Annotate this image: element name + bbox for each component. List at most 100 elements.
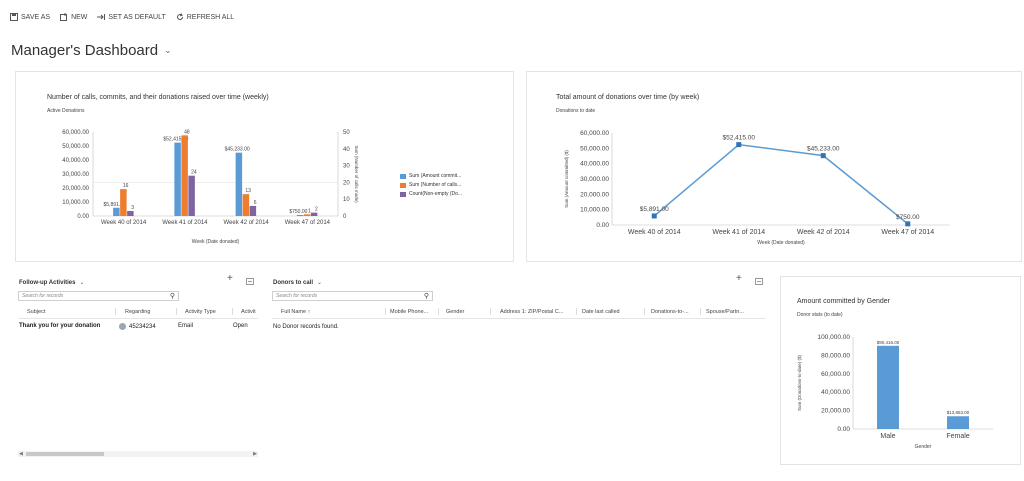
bar bbox=[174, 142, 181, 216]
chart-panel-gender: Amount committed by Gender Donor stats (… bbox=[780, 276, 1021, 465]
save-as-button[interactable]: SAVE AS bbox=[10, 13, 50, 21]
bar bbox=[310, 212, 318, 216]
legend-label: Sum (Amount commit... bbox=[409, 173, 462, 179]
donors-search-input[interactable]: Search for records ⚲ bbox=[272, 291, 433, 301]
bar bbox=[127, 210, 134, 216]
y-tick-label: 30,000.00 bbox=[580, 176, 609, 183]
new-label: NEW bbox=[71, 13, 88, 21]
bar bbox=[947, 416, 969, 429]
refresh-all-label: REFRESH ALL bbox=[186, 13, 235, 21]
series-line bbox=[653, 143, 909, 225]
legend-item[interactable]: Count(Non-empty (Do... bbox=[400, 191, 462, 197]
y-tick-label: 60,000.00 bbox=[580, 130, 609, 137]
legend-swatch bbox=[400, 173, 406, 179]
y2-tick-label: 0 bbox=[343, 214, 347, 220]
column-header-full-name[interactable]: Full Name ↑ bbox=[281, 309, 310, 315]
data-label: $5,891.00 bbox=[640, 206, 669, 213]
y-tick-label: 60,000.00 bbox=[62, 130, 89, 136]
y2-tick-label: 20 bbox=[343, 180, 350, 186]
open-grid-button[interactable] bbox=[246, 278, 254, 285]
activity-type-cell: Email bbox=[178, 323, 194, 329]
data-label: $52,415.00 bbox=[722, 135, 755, 142]
donations-line-chart: 60,000.00 50,000.00 40,000.00 30,000.00 20,0… bbox=[564, 130, 950, 246]
x-axis-title: Gender bbox=[915, 444, 932, 450]
header-divider bbox=[18, 318, 258, 319]
column-header-regarding[interactable]: Regarding bbox=[125, 309, 150, 315]
y2-tick-label: 30 bbox=[343, 164, 350, 170]
data-label: $750.00 bbox=[896, 214, 920, 221]
column-header-activity-status[interactable]: Activit bbox=[241, 309, 256, 315]
column-divider bbox=[576, 308, 577, 315]
y-tick-label: 10,000.00 bbox=[62, 200, 89, 206]
open-grid-button[interactable] bbox=[755, 278, 763, 285]
column-header-donations-to-date[interactable]: Donations-to-... bbox=[651, 309, 689, 315]
followup-search-input[interactable]: Search for records ⚲ bbox=[18, 291, 179, 301]
activity-bar-chart: 60,000.00 50,000.00 40,000.00 30,000.00 20,0… bbox=[62, 129, 359, 245]
empty-list-message: No Donor records found. bbox=[273, 324, 339, 330]
column-header-mobile-phone[interactable]: Mobile Phone... bbox=[390, 309, 428, 315]
refresh-all-button[interactable]: REFRESH ALL bbox=[176, 13, 234, 21]
y-tick-label: 20,000.00 bbox=[821, 408, 850, 415]
legend-item[interactable]: Sum (Number of calls... bbox=[400, 182, 461, 188]
donors-view-selector[interactable]: Donors to call ⌄ bbox=[273, 279, 323, 287]
y2-tick-label: 50 bbox=[343, 130, 350, 136]
search-placeholder: Search for records bbox=[276, 293, 318, 299]
header-divider bbox=[272, 318, 766, 319]
y-axis-title: Sum (Donations-to-date) ($) bbox=[797, 354, 802, 411]
activity-status-cell: Open bbox=[233, 323, 248, 329]
chart-panel-donations-line: Total amount of donations over time (by … bbox=[526, 71, 1022, 262]
data-label: 16 bbox=[123, 183, 129, 189]
data-point bbox=[736, 142, 742, 148]
column-header-subject[interactable]: Subject bbox=[27, 309, 45, 315]
y-tick-label: 0.00 bbox=[596, 222, 609, 229]
activity-subject-link[interactable]: Thank you for your donation bbox=[19, 323, 100, 329]
y-tick-label: 20,000.00 bbox=[580, 191, 609, 198]
horizontal-scrollbar[interactable]: ◀ ▶ bbox=[18, 451, 258, 457]
add-activity-button[interactable]: + bbox=[227, 273, 233, 284]
contact-icon bbox=[119, 323, 126, 330]
column-header-date-last-called[interactable]: Date last called bbox=[582, 309, 620, 315]
column-divider bbox=[490, 308, 491, 315]
new-dashboard-icon bbox=[60, 13, 68, 21]
search-icon[interactable]: ⚲ bbox=[424, 292, 429, 300]
followup-view-selector[interactable]: Follow-up Activities ⌄ bbox=[19, 279, 85, 287]
column-header-gender[interactable]: Gender bbox=[446, 309, 464, 315]
set-as-default-button[interactable]: SET AS DEFAULT bbox=[97, 13, 166, 21]
scroll-left-icon[interactable]: ◀ bbox=[19, 451, 23, 457]
column-header-spouse-partner[interactable]: Spouse/Partn... bbox=[706, 309, 744, 315]
y-tick-label: 40,000.00 bbox=[580, 161, 609, 168]
add-donor-button[interactable]: + bbox=[736, 273, 742, 284]
y-tick-label: 100,000.00 bbox=[817, 334, 850, 341]
legend-swatch bbox=[400, 182, 406, 188]
regarding-value: 45234234 bbox=[129, 323, 156, 330]
chevron-down-icon: ⌄ bbox=[317, 280, 323, 286]
bar bbox=[181, 135, 188, 216]
column-header-activity-type[interactable]: Activity Type bbox=[185, 309, 216, 315]
column-header-zip[interactable]: Address 1: ZIP/Postal C... bbox=[500, 309, 563, 315]
y-tick-label: 50,000.00 bbox=[580, 145, 609, 152]
dashboard-selector[interactable]: Manager's Dashboard ⌄ bbox=[11, 42, 172, 59]
search-icon[interactable]: ⚲ bbox=[170, 292, 175, 300]
x-tick-label: Male bbox=[880, 433, 895, 440]
chevron-down-icon: ⌄ bbox=[79, 280, 85, 286]
legend-swatch bbox=[400, 191, 406, 197]
data-label: $90,416.00 bbox=[877, 340, 900, 345]
scroll-thumb[interactable] bbox=[26, 452, 104, 456]
y2-tick-label: 10 bbox=[343, 197, 350, 203]
activity-regarding-link[interactable]: 45234234 bbox=[119, 323, 156, 330]
y-tick-label: 0.00 bbox=[837, 426, 850, 433]
y-tick-label: 0.00 bbox=[77, 214, 89, 220]
x-tick-label: Week 41 of 2014 bbox=[162, 220, 208, 226]
y2-tick-label: 40 bbox=[343, 147, 350, 153]
data-label: $13,863.00 bbox=[947, 410, 970, 415]
y-tick-label: 30,000.00 bbox=[62, 172, 89, 178]
data-label: 24 bbox=[191, 170, 197, 176]
new-button[interactable]: NEW bbox=[60, 13, 87, 21]
scroll-right-icon[interactable]: ▶ bbox=[253, 451, 257, 457]
save-as-label: SAVE AS bbox=[21, 13, 51, 21]
legend-item[interactable]: Sum (Amount commit... bbox=[400, 173, 461, 179]
plus-icon: + bbox=[736, 273, 742, 284]
gender-bar-chart: 100,000.00 80,000.00 60,000.00 40,000.00 20,… bbox=[797, 334, 993, 450]
data-label: 6 bbox=[254, 200, 257, 206]
data-label: $750.00 bbox=[289, 209, 307, 215]
